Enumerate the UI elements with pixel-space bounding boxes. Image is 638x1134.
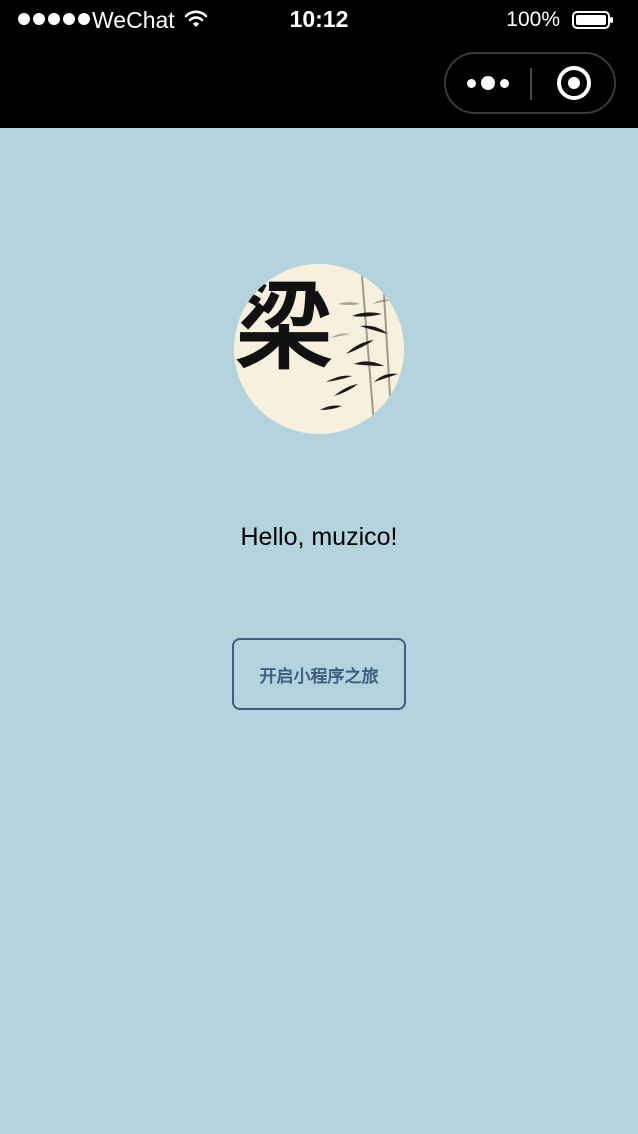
battery-percent: 100% (506, 8, 560, 31)
nav-bar (0, 40, 638, 128)
target-close-icon[interactable] (532, 54, 616, 112)
start-journey-button[interactable]: 开启小程序之旅 (232, 638, 406, 710)
status-bar: WeChat 10:12 100% (0, 0, 638, 40)
avatar-character: 梁 (236, 270, 332, 383)
battery-icon (572, 11, 614, 29)
greeting-text: Hello, muzico! (240, 523, 398, 551)
menu-capsule (444, 52, 616, 114)
user-avatar[interactable]: 梁 (234, 264, 404, 434)
more-dots-icon[interactable] (446, 54, 530, 112)
